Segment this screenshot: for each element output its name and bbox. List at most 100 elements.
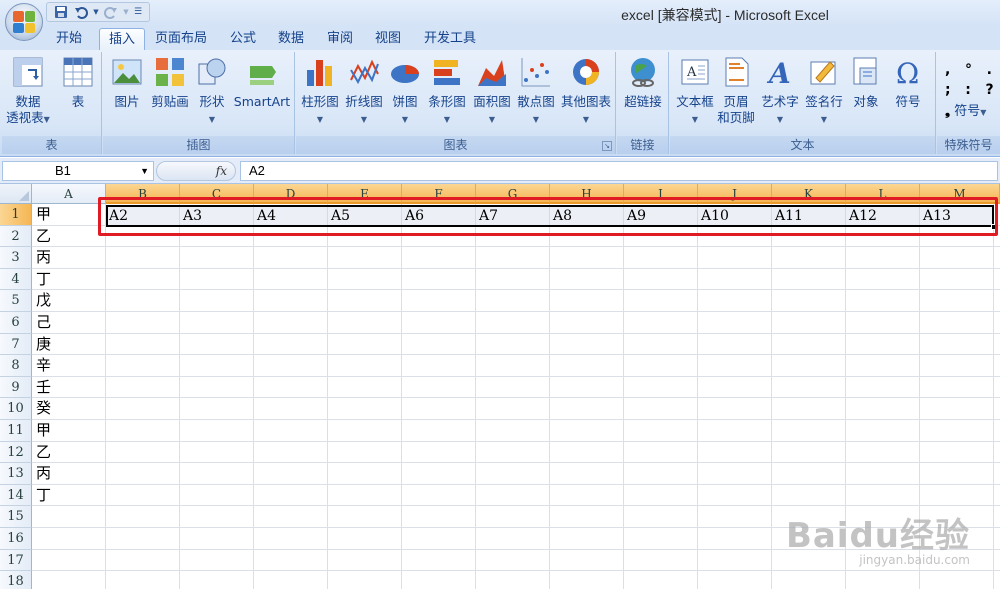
tab-insert[interactable]: 插入 (99, 28, 146, 50)
shapes-icon (198, 58, 226, 85)
pivot-table-button[interactable]: 数据 透视表▼ (4, 56, 52, 128)
name-box-dropdown-icon[interactable]: ▼ (140, 162, 149, 180)
gridline-horizontal (32, 246, 1000, 248)
clipart-label: 剪贴画 (151, 94, 189, 109)
cell-a12[interactable]: 乙 (32, 443, 51, 465)
tab-page-layout[interactable]: 页面布局 (146, 28, 216, 50)
row-header-9[interactable]: 9 (0, 376, 32, 399)
symbol-button[interactable]: Ω 符号 (886, 56, 930, 110)
row-header-8[interactable]: 8 (0, 355, 32, 377)
cell-a11[interactable]: 甲 (32, 421, 51, 443)
header-footer-label-2: 和页脚 (717, 110, 755, 125)
cell-a9[interactable]: 壬 (32, 378, 51, 400)
group-label-illustrations: 插图 (103, 136, 294, 154)
office-button[interactable] (5, 3, 43, 41)
cell-a10[interactable]: 癸 (32, 399, 51, 421)
wordart-button[interactable]: A 艺术字 ▼ (758, 56, 802, 128)
tab-developer[interactable]: 开发工具 (415, 28, 485, 50)
select-all-button[interactable] (0, 184, 32, 204)
cell-a5[interactable]: 戊 (32, 291, 51, 313)
cell-a6[interactable]: 己 (32, 313, 51, 335)
area-chart-icon (478, 60, 506, 86)
row-header-5[interactable]: 5 (0, 290, 32, 312)
name-box[interactable]: B1 ▼ (2, 161, 154, 181)
cell-a14[interactable]: 丁 (32, 486, 51, 508)
signature-line-icon (810, 61, 836, 85)
cell-a3[interactable]: 丙 (32, 248, 51, 270)
row-header-1[interactable]: 1 (0, 204, 32, 226)
header-footer-icon (725, 57, 749, 87)
gridline-horizontal (32, 332, 1000, 334)
object-icon (853, 57, 877, 85)
group-label-text: 文本 (670, 136, 935, 154)
highlight-annotation-box (98, 197, 998, 236)
line-chart-button[interactable]: 折线图 ▼ (342, 56, 386, 128)
scatter-chart-button[interactable]: 散点图 ▼ (514, 56, 558, 128)
row-header-4[interactable]: 4 (0, 268, 32, 291)
cell-a7[interactable]: 庚 (32, 335, 51, 357)
row-header-6[interactable]: 6 (0, 312, 32, 334)
bar-chart-icon (434, 60, 460, 85)
svg-text:A: A (686, 65, 697, 80)
cell-a1[interactable]: 甲 (32, 205, 51, 227)
cell-a8[interactable]: 辛 (32, 356, 51, 378)
excel-window: ▼ ▼ ☰ excel [兼容模式] - Microsoft Excel 开始 … (0, 0, 1000, 589)
shapes-button[interactable]: 形状 ▼ (193, 56, 231, 128)
row-header-12[interactable]: 12 (0, 441, 32, 464)
other-charts-icon (573, 59, 599, 85)
row-header-15[interactable]: 15 (0, 506, 32, 528)
special-symbols-grid[interactable]: , ° . ; : ? (945, 60, 997, 100)
cell-a4[interactable]: 丁 (32, 270, 51, 292)
row-header-14[interactable]: 14 (0, 484, 32, 507)
pie-chart-icon (391, 65, 419, 83)
omega-icon: Ω (896, 57, 919, 88)
tab-review[interactable]: 审阅 (318, 28, 362, 50)
row-header-13[interactable]: 13 (0, 463, 32, 485)
group-label-charts: 图表 (296, 136, 615, 154)
table-button[interactable]: 表 (56, 56, 100, 110)
tab-data[interactable]: 数据 (269, 28, 313, 50)
row-header-17[interactable]: 17 (0, 549, 32, 572)
picture-button[interactable]: 图片 (107, 56, 147, 110)
signature-line-button[interactable]: 签名行 ▼ (802, 56, 846, 128)
area-chart-button[interactable]: 面积图 ▼ (470, 56, 514, 128)
punctuation-row-1: , ° . (945, 62, 992, 78)
picture-icon (112, 59, 142, 85)
hyperlink-button[interactable]: 超链接 (619, 56, 667, 110)
other-charts-button[interactable]: 其他图表 ▼ (558, 56, 614, 128)
clipart-button[interactable]: 剪贴画 (147, 56, 193, 110)
row-header-11[interactable]: 11 (0, 420, 32, 442)
cell-a13[interactable]: 丙 (32, 464, 51, 486)
header-footer-button[interactable]: 页眉 和页脚 (716, 56, 756, 126)
area-chart-label: 面积图 ▼ (473, 94, 511, 124)
tab-view[interactable]: 视图 (366, 28, 410, 50)
line-chart-label: 折线图 ▼ (345, 94, 383, 124)
insert-function-button[interactable]: fx (156, 161, 236, 181)
bar-chart-button[interactable]: 条形图 ▼ (424, 56, 470, 128)
row-header-18[interactable]: 18 (0, 571, 32, 589)
cell-a2[interactable]: 乙 (32, 227, 51, 249)
formula-input[interactable]: A2 (240, 161, 998, 181)
tab-formulas[interactable]: 公式 (221, 28, 265, 50)
gridline-horizontal (32, 354, 1000, 356)
pie-chart-button[interactable]: 饼图 ▼ (386, 56, 424, 128)
row-header-7[interactable]: 7 (0, 333, 32, 356)
smartart-button[interactable]: SmartArt (231, 56, 293, 110)
column-chart-button[interactable]: 柱形图 ▼ (298, 56, 342, 128)
charts-dialog-launcher-icon[interactable]: ↘ (602, 141, 612, 151)
bar-chart-label: 条形图 ▼ (428, 94, 466, 124)
pivot-table-icon (13, 57, 43, 87)
scatter-chart-icon (521, 58, 550, 87)
other-charts-label: 其他图表 ▼ (560, 94, 611, 124)
textbox-label: 文本框 ▼ (676, 94, 714, 124)
object-button[interactable]: 对象 (846, 56, 886, 110)
textbox-button[interactable]: A 文本框 ▼ (672, 56, 718, 128)
gridline-horizontal (32, 419, 1000, 420)
tab-home[interactable]: 开始 (47, 28, 91, 50)
row-header-10[interactable]: 10 (0, 398, 32, 420)
row-header-16[interactable]: 16 (0, 528, 32, 550)
column-header-a[interactable]: A (32, 184, 106, 204)
row-header-2[interactable]: 2 (0, 225, 32, 248)
special-symbol-dropdown[interactable]: ❟ 符号▼ (945, 100, 986, 119)
row-header-3[interactable]: 3 (0, 247, 32, 269)
